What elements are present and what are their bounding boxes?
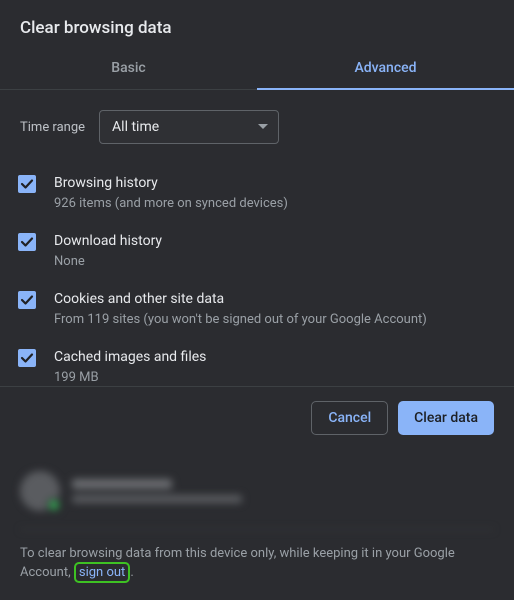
time-range-row: Time range All time xyxy=(0,90,514,164)
dialog-title: Clear browsing data xyxy=(0,0,514,48)
item-subtitle: 926 items (and more on synced devices) xyxy=(54,195,496,213)
item-title: Browsing history xyxy=(54,173,496,193)
tab-advanced[interactable]: Advanced xyxy=(257,48,514,89)
item-subtitle: None xyxy=(54,253,496,271)
clear-data-button[interactable]: Clear data xyxy=(398,401,494,435)
dialog-footer: To clear browsing data from this device … xyxy=(0,449,514,600)
tabs: Basic Advanced xyxy=(0,48,514,90)
time-range-value: All time xyxy=(112,119,159,135)
time-range-select[interactable]: All time xyxy=(99,110,279,144)
dialog-buttons: Cancel Clear data xyxy=(0,386,514,449)
checkbox-browsing-history[interactable] xyxy=(18,175,36,193)
footer-text: To clear browsing data from this device … xyxy=(20,544,494,582)
checkbox-cookies[interactable] xyxy=(18,291,36,309)
status-online-icon xyxy=(47,498,61,512)
data-type-list: Browsing history 926 items (and more on … xyxy=(0,164,514,386)
sign-out-link[interactable]: sign out xyxy=(74,562,130,583)
item-subtitle: From 119 sites (you won't be signed out … xyxy=(54,311,496,329)
cancel-button[interactable]: Cancel xyxy=(311,401,388,435)
avatar xyxy=(20,471,60,511)
account-name-redacted xyxy=(72,479,172,489)
account-row xyxy=(20,463,494,530)
item-title: Cached images and files xyxy=(54,347,496,367)
list-item: Cookies and other site data From 119 sit… xyxy=(18,280,496,338)
time-range-label: Time range xyxy=(20,120,85,135)
item-subtitle: 199 MB xyxy=(54,369,496,386)
clear-browsing-data-dialog: Clear browsing data Basic Advanced Time … xyxy=(0,0,514,600)
list-item: Download history None xyxy=(18,222,496,280)
list-item: Browsing history 926 items (and more on … xyxy=(18,164,496,222)
item-title: Download history xyxy=(54,231,496,251)
list-item: Cached images and files 199 MB xyxy=(18,338,496,386)
account-email-redacted xyxy=(72,495,242,503)
footer-text-part2: . xyxy=(130,565,133,580)
tab-basic[interactable]: Basic xyxy=(0,48,257,89)
chevron-down-icon xyxy=(258,124,268,130)
checkbox-download-history[interactable] xyxy=(18,233,36,251)
item-title: Cookies and other site data xyxy=(54,289,496,309)
checkbox-cached-images[interactable] xyxy=(18,349,36,367)
